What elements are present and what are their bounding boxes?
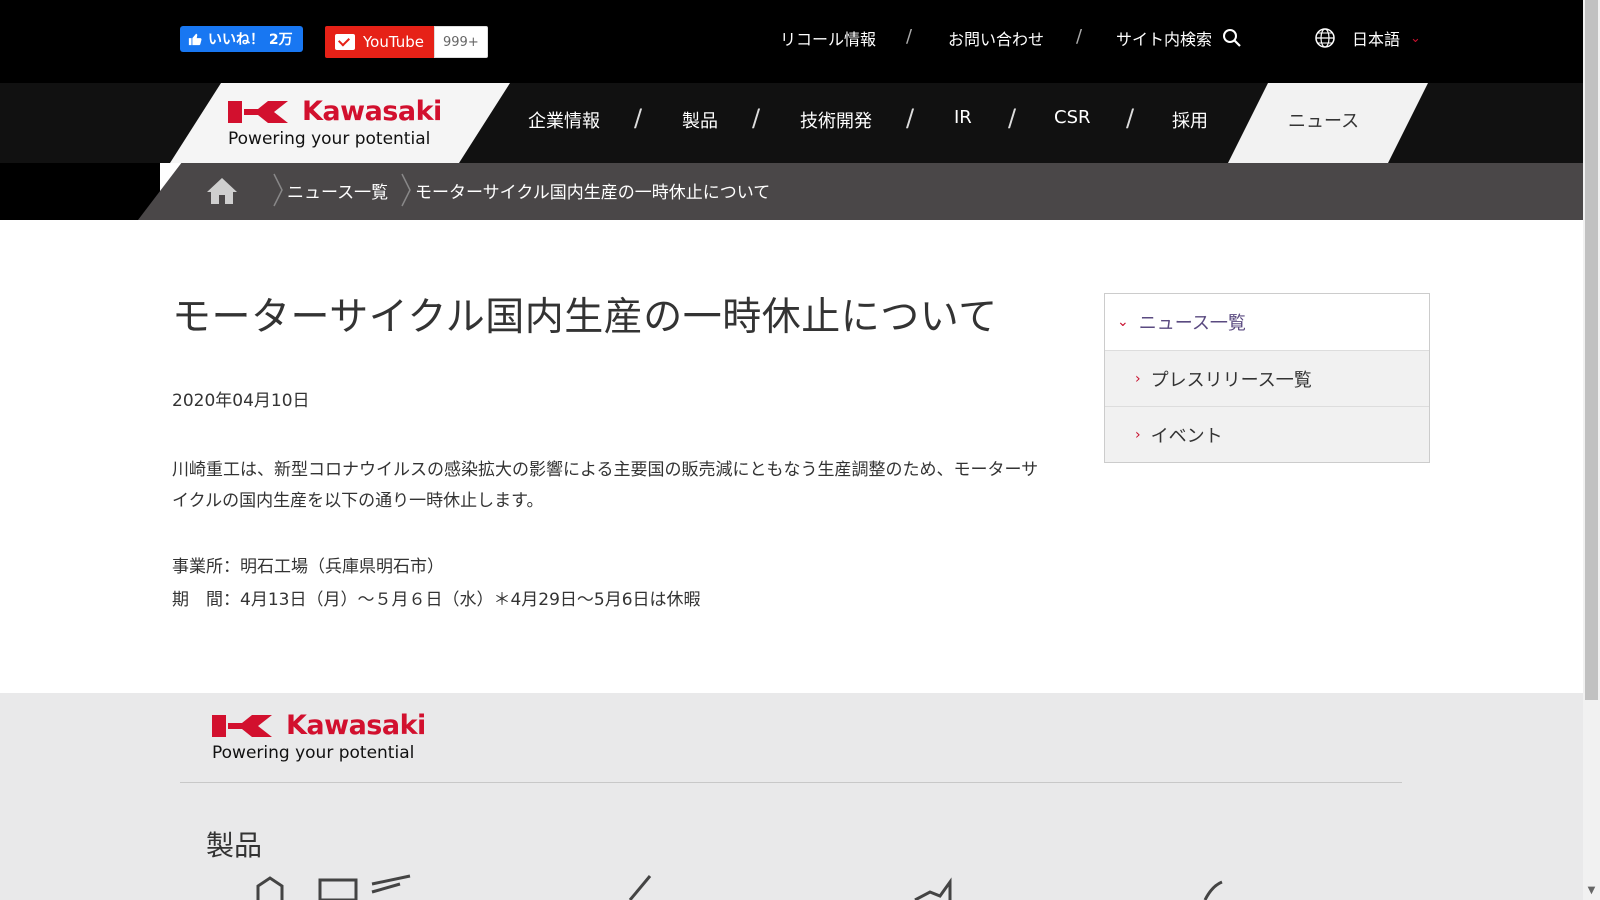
youtube-subscriber-count: 999+ bbox=[434, 26, 488, 58]
youtube-check-icon bbox=[335, 34, 355, 50]
globe-icon bbox=[1315, 28, 1335, 48]
footer-wordmark: Kawasaki bbox=[212, 710, 426, 741]
nav-ir[interactable]: IR bbox=[954, 107, 972, 128]
machinery-icon bbox=[256, 874, 411, 900]
breadcrumb-left-fill bbox=[0, 163, 160, 220]
chevron-right-icon: › bbox=[1135, 370, 1141, 387]
footer-products-heading: 製品 bbox=[206, 829, 263, 862]
plant-icon bbox=[914, 877, 952, 900]
youtube-subscribe-button[interactable]: YouTube 999+ bbox=[325, 26, 488, 58]
brand-tagline: Powering your potential bbox=[228, 129, 431, 149]
facebook-like-label: いいね！ 2万 bbox=[208, 32, 293, 48]
youtube-button[interactable]: YouTube bbox=[325, 26, 434, 58]
utility-separator: / bbox=[1076, 26, 1083, 47]
search-icon bbox=[1223, 29, 1241, 47]
chevron-down-icon: ⌄ bbox=[1117, 314, 1129, 330]
nav-separator: / bbox=[1126, 104, 1135, 132]
aircraft-icon bbox=[628, 875, 652, 900]
breadcrumb-separator-icon bbox=[273, 173, 283, 207]
scroll-down-arrow-icon[interactable]: ▼ bbox=[1583, 882, 1600, 900]
side-menu-events[interactable]: › イベント bbox=[1105, 406, 1429, 462]
utility-separator: / bbox=[906, 26, 913, 47]
chevron-down-icon: ⌄ bbox=[1410, 30, 1421, 46]
side-menu: ⌄ ニュース一覧 › プレスリリース一覧 › イベント bbox=[1104, 293, 1430, 463]
page-title: モーターサイクル国内生産の一時休止について bbox=[172, 295, 998, 340]
article-body: 川崎重工は、新型コロナウイルスの感染拡大の影響による主要国の販売減にともなう生産… bbox=[172, 460, 1039, 511]
side-menu-label: プレスリリース一覧 bbox=[1150, 369, 1312, 391]
nav-recruit[interactable]: 採用 bbox=[1172, 107, 1208, 133]
youtube-label: YouTube bbox=[363, 33, 424, 51]
side-menu-label: イベント bbox=[1150, 425, 1223, 447]
nav-products[interactable]: 製品 bbox=[682, 107, 718, 133]
home-icon[interactable] bbox=[206, 176, 238, 206]
chevron-right-icon: › bbox=[1135, 426, 1141, 443]
kawasaki-wordmark: Kawasaki bbox=[228, 96, 442, 127]
nav-technology[interactable]: 技術開発 bbox=[800, 107, 872, 133]
footer-brand-name: Kawasaki bbox=[286, 710, 426, 741]
site-search-label: サイト内検索 bbox=[1116, 30, 1213, 49]
product-category-icons bbox=[256, 874, 1223, 900]
energy-icon bbox=[1203, 880, 1223, 900]
nav-separator: / bbox=[1008, 104, 1017, 132]
contact-link[interactable]: お問い合わせ bbox=[948, 26, 1044, 50]
site-search-link[interactable]: サイト内検索 bbox=[1116, 26, 1242, 50]
nav-separator: / bbox=[906, 104, 915, 132]
article-date: 2020年04月10日 bbox=[172, 391, 310, 411]
side-menu-label: ニュース一覧 bbox=[1138, 313, 1246, 334]
side-menu-press-releases[interactable]: › プレスリリース一覧 bbox=[1105, 350, 1429, 406]
nav-separator: / bbox=[634, 104, 643, 132]
nav-separator: / bbox=[752, 104, 761, 132]
contact-link-label: お問い合わせ bbox=[948, 30, 1045, 49]
footer-brand-tagline: Powering your potential bbox=[212, 743, 415, 763]
scrollbar-thumb[interactable] bbox=[1585, 0, 1598, 700]
kawasaki-logo[interactable]: Kawasaki Powering your potential bbox=[228, 96, 442, 149]
breadcrumb-current: モーターサイクル国内生産の一時休止について bbox=[415, 183, 771, 203]
brand-name: Kawasaki bbox=[302, 96, 442, 127]
facility-line: 事業所：明石工場（兵庫県明石市） bbox=[172, 557, 444, 577]
facebook-like-button[interactable]: いいね！ 2万 bbox=[180, 26, 303, 52]
footer-divider bbox=[180, 782, 1402, 783]
river-mark-icon bbox=[212, 714, 272, 737]
recall-link[interactable]: リコール情報 bbox=[780, 26, 876, 50]
thumbs-up-icon bbox=[188, 33, 202, 46]
breadcrumb-news-list[interactable]: ニュース一覧 bbox=[287, 178, 388, 203]
side-menu-news-list[interactable]: ⌄ ニュース一覧 bbox=[1105, 294, 1429, 350]
nav-corporate[interactable]: 企業情報 bbox=[528, 107, 600, 133]
period-line: 期 間：4月13日（月）～５月６日（水）＊4月29日～5月6日は休暇 bbox=[172, 590, 701, 610]
article-details: 事業所：明石工場（兵庫県明石市） 期 間：4月13日（月）～５月６日（水）＊4月… bbox=[172, 551, 701, 617]
footer-kawasaki-logo[interactable]: Kawasaki Powering your potential bbox=[212, 710, 426, 763]
language-selector[interactable]: 日本語 ⌄ bbox=[1314, 26, 1421, 50]
river-mark-icon bbox=[228, 100, 288, 123]
nav-csr[interactable]: CSR bbox=[1054, 107, 1091, 128]
recall-link-label: リコール情報 bbox=[780, 30, 877, 49]
nav-news[interactable]: ニュース bbox=[1288, 107, 1359, 133]
language-label: 日本語 bbox=[1352, 30, 1401, 49]
breadcrumb-separator-icon bbox=[401, 173, 411, 207]
